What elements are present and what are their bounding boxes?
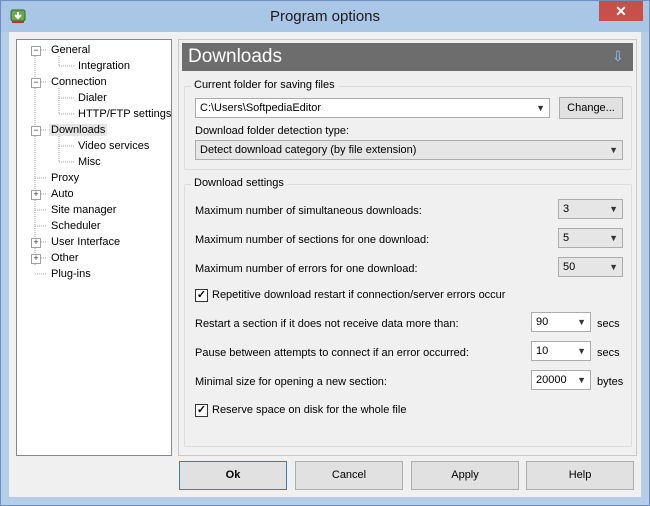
repetitive-restart-label: Repetitive download restart if connectio… xyxy=(212,289,506,301)
collapse-connection-icon[interactable]: − xyxy=(31,78,41,88)
panel-title: Downloads xyxy=(188,46,282,67)
chevron-down-icon: ▼ xyxy=(536,103,545,113)
max-errors-label: Maximum number of errors for one downloa… xyxy=(195,263,418,275)
tree-item-label: Downloads xyxy=(49,124,108,136)
tree-item-general[interactable]: General xyxy=(51,43,90,58)
tree-item-label: Auto xyxy=(51,188,74,200)
tree-item-auto[interactable]: Auto xyxy=(51,187,74,202)
pause-unit: secs xyxy=(597,347,620,359)
max-simultaneous-value: 3 xyxy=(563,203,570,215)
min-size-value: 20000 xyxy=(536,374,567,386)
window-title: Program options xyxy=(269,8,381,25)
tree-item-label: Site manager xyxy=(51,204,117,216)
tree-item-connection[interactable]: Connection xyxy=(51,75,107,90)
max-errors-select[interactable]: 50 ▼ xyxy=(558,257,623,277)
max-simultaneous-select[interactable]: 3 ▼ xyxy=(558,199,623,219)
tree-item-plug-ins[interactable]: Plug-ins xyxy=(51,267,91,282)
change-folder-button[interactable]: Change... xyxy=(559,97,623,119)
collapse-downloads-icon[interactable]: − xyxy=(31,126,41,136)
detection-type-select[interactable]: Detect download category (by file extens… xyxy=(195,140,623,160)
tree-item-label: Integration xyxy=(78,60,130,72)
tree-item-label: Misc xyxy=(78,156,101,168)
pause-select[interactable]: 10 ▼ xyxy=(531,341,591,361)
repetitive-restart-checkbox[interactable]: ✓ xyxy=(195,289,208,302)
program-options-window: Program options ✕ − General Integration … xyxy=(0,0,650,506)
expand-other-icon[interactable]: + xyxy=(31,254,41,264)
tree-item-label: User Interface xyxy=(51,236,121,248)
tree-item-downloads[interactable]: Downloads xyxy=(49,123,108,138)
max-sections-label: Maximum number of sections for one downl… xyxy=(195,234,430,246)
apply-button[interactable]: Apply xyxy=(411,461,519,490)
detection-type-label: Download folder detection type: xyxy=(195,125,350,137)
tree-item-video-services[interactable]: Video services xyxy=(78,139,149,154)
tree-item-scheduler[interactable]: Scheduler xyxy=(51,219,101,234)
tree-item-label: Other xyxy=(51,252,79,264)
tree-item-label: HTTP/FTP settings xyxy=(78,108,172,120)
chevron-down-icon: ▼ xyxy=(609,262,618,272)
reserve-space-checkbox[interactable]: ✓ xyxy=(195,404,208,417)
restart-section-select[interactable]: 90 ▼ xyxy=(531,312,591,332)
ok-button[interactable]: Ok xyxy=(179,461,287,490)
options-tree[interactable]: − General Integration − Connection Diale… xyxy=(16,39,172,456)
downloads-panel: Downloads ⇩ Current folder for saving fi… xyxy=(178,39,637,456)
chevron-down-icon: ▼ xyxy=(609,204,618,214)
help-button[interactable]: Help xyxy=(526,461,634,490)
collapse-general-icon[interactable]: − xyxy=(31,46,41,56)
tree-item-label: Proxy xyxy=(51,172,80,184)
reserve-space-label: Reserve space on disk for the whole file xyxy=(212,404,407,416)
min-size-unit: bytes xyxy=(597,376,624,388)
download-settings-title: Download settings xyxy=(191,177,287,189)
chevron-down-icon: ▼ xyxy=(577,375,586,385)
download-arrow-icon: ⇩ xyxy=(612,48,624,64)
ok-label: Ok xyxy=(225,469,241,481)
dialog-client-area: − General Integration − Connection Diale… xyxy=(9,32,641,497)
restart-section-label: Restart a section if it does not receive… xyxy=(195,318,459,330)
tree-item-label: Video services xyxy=(78,140,150,152)
max-simultaneous-label: Maximum number of simultaneous downloads… xyxy=(195,205,422,217)
min-size-label: Minimal size for opening a new section: xyxy=(195,376,387,388)
save-folder-combo[interactable]: C:\Users\SoftpediaEditor ▼ xyxy=(195,98,550,118)
tree-item-user-interface[interactable]: User Interface xyxy=(51,235,120,250)
tree-item-http-ftp-settings[interactable]: HTTP/FTP settings xyxy=(78,107,171,122)
tree-item-dialer[interactable]: Dialer xyxy=(78,91,107,106)
tree-item-other[interactable]: Other xyxy=(51,251,79,266)
tree-item-label: Scheduler xyxy=(51,220,101,232)
max-sections-value: 5 xyxy=(563,232,570,244)
tree-item-label: General xyxy=(51,44,91,56)
chevron-down-icon: ▼ xyxy=(577,346,586,356)
chevron-down-icon: ▼ xyxy=(577,317,586,327)
tree-item-site-manager[interactable]: Site manager xyxy=(51,203,116,218)
tree-item-misc[interactable]: Misc xyxy=(78,155,101,170)
folder-group-title: Current folder for saving files xyxy=(191,79,338,91)
tree-item-label: Plug-ins xyxy=(51,268,91,280)
max-sections-select[interactable]: 5 ▼ xyxy=(558,228,623,248)
close-button[interactable]: ✕ xyxy=(599,1,643,21)
chevron-down-icon: ▼ xyxy=(609,145,618,155)
min-size-select[interactable]: 20000 ▼ xyxy=(531,370,591,390)
save-folder-value: C:\Users\SoftpediaEditor xyxy=(200,102,322,114)
download-settings-group: Download settings Maximum number of simu… xyxy=(184,177,632,447)
restart-section-value: 90 xyxy=(536,316,549,328)
detection-type-value: Detect download category (by file extens… xyxy=(200,144,417,156)
expand-user-interface-icon[interactable]: + xyxy=(31,238,41,248)
tree-item-label: Dialer xyxy=(78,92,107,104)
expand-auto-icon[interactable]: + xyxy=(31,190,41,200)
cancel-button[interactable]: Cancel xyxy=(295,461,403,490)
chevron-down-icon: ▼ xyxy=(609,233,618,243)
tree-item-label: Connection xyxy=(51,76,107,88)
title-bar[interactable]: Program options ✕ xyxy=(1,1,649,32)
pause-label: Pause between attempts to connect if an … xyxy=(195,347,469,359)
panel-header: Downloads ⇩ xyxy=(182,43,633,71)
max-errors-value: 50 xyxy=(563,261,576,273)
folder-group: Current folder for saving files C:\Users… xyxy=(184,79,632,170)
tree-item-proxy[interactable]: Proxy xyxy=(51,171,79,186)
pause-value: 10 xyxy=(536,345,549,357)
tree-item-integration[interactable]: Integration xyxy=(78,59,130,74)
restart-section-unit: secs xyxy=(597,318,620,330)
